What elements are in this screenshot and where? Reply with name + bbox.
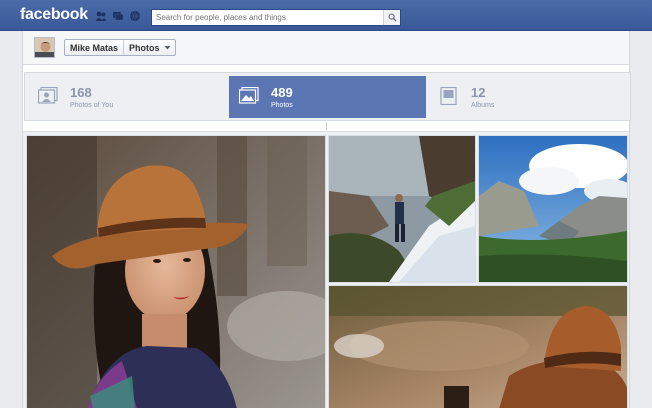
breadcrumb: Mike Matas Photos	[64, 39, 176, 56]
photo-stats-bar: 168 Photos of You 489 Photos 12 Albums	[24, 72, 631, 121]
search-input[interactable]	[152, 10, 383, 25]
messages-icon[interactable]	[112, 10, 124, 22]
photo-hat-on-trail[interactable]	[328, 285, 628, 408]
photo-hiker-on-cliff[interactable]	[328, 135, 476, 283]
facebook-logo[interactable]: facebook	[20, 6, 88, 24]
timeline-page: Mike Matas Photos 168 Photos of You 489 …	[22, 31, 631, 408]
photo-grid	[23, 131, 629, 408]
notifications-globe-icon[interactable]	[129, 10, 141, 22]
section-label: Photos	[129, 43, 160, 53]
profile-name-link[interactable]: Mike Matas	[65, 40, 125, 55]
chevron-down-icon	[164, 46, 171, 50]
albums-count: 12	[471, 85, 486, 100]
search-button[interactable]	[383, 10, 400, 25]
profile-header: Mike Matas Photos	[23, 31, 629, 65]
photos-icon	[239, 87, 259, 104]
facebook-screen: facebook Search for people, places and t…	[0, 0, 652, 408]
avatar[interactable]	[34, 37, 55, 58]
tab-albums[interactable]: 12 Albums	[429, 76, 628, 118]
photos-of-you-icon	[38, 87, 58, 104]
section-dropdown[interactable]: Photos	[124, 40, 175, 55]
photos-of-you-count: 168	[70, 85, 92, 100]
photo-woman-in-hat[interactable]	[26, 135, 326, 408]
notification-jewels	[95, 10, 141, 22]
photos-of-you-label: Photos of You	[70, 102, 114, 109]
photo-yosemite-valley[interactable]	[478, 135, 628, 283]
timeline-divider	[326, 123, 327, 130]
tab-photos-of-you[interactable]: 168 Photos of You	[28, 76, 227, 118]
albums-icon	[440, 87, 457, 105]
photos-count: 489	[271, 85, 293, 100]
friend-requests-icon[interactable]	[95, 10, 107, 22]
albums-label: Albums	[471, 102, 495, 109]
tab-photos[interactable]: 489 Photos	[229, 76, 426, 118]
top-navigation-bar: facebook	[0, 0, 652, 31]
photos-label: Photos	[271, 102, 293, 109]
search-box	[151, 9, 401, 26]
search-icon	[387, 13, 397, 22]
